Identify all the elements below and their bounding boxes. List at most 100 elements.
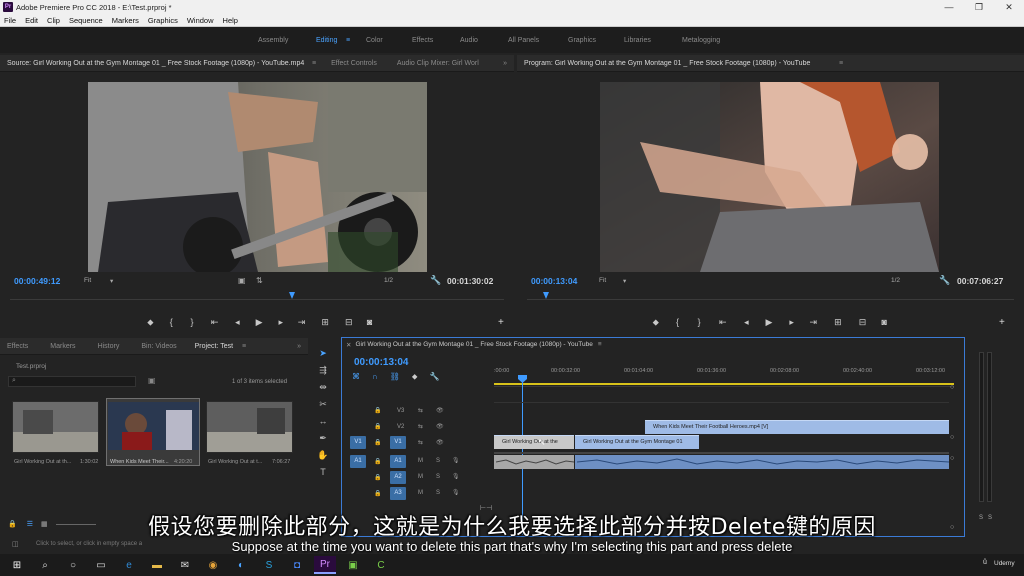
close-button[interactable]: ✕: [994, 0, 1024, 14]
camtasia-recorder-icon[interactable]: C: [370, 556, 392, 574]
program-playhead[interactable]: [543, 292, 549, 299]
new-bin-from-search-icon[interactable]: ▣: [148, 376, 156, 385]
program-scrub-bar[interactable]: [527, 292, 1014, 300]
go-to-out-icon[interactable]: ⇥: [802, 317, 824, 328]
project-item-thumbnail[interactable]: [206, 401, 293, 453]
audio-clip-a1-selected[interactable]: [494, 455, 574, 469]
workspace-all-panels[interactable]: All Panels: [508, 37, 568, 44]
scroll-circle-icon[interactable]: ○: [950, 384, 954, 391]
source-playhead[interactable]: [289, 292, 295, 299]
file-explorer-icon[interactable]: ▬: [146, 556, 168, 574]
tab-program[interactable]: Program: Girl Working Out at the Gym Mon…: [517, 60, 837, 67]
sync-lock-icon[interactable]: ⇆: [418, 423, 423, 430]
play-icon[interactable]: ▶: [757, 317, 781, 328]
project-search-input[interactable]: ⌕: [8, 376, 136, 387]
source-tab-menu-icon[interactable]: ≡: [312, 60, 316, 67]
program-tab-menu-icon[interactable]: ≡: [839, 60, 843, 67]
mute-button[interactable]: M: [418, 490, 423, 496]
track-select-tool-icon[interactable]: ⇶: [314, 365, 332, 382]
sequence-tab-menu-icon[interactable]: ≡: [598, 341, 602, 349]
windows-start-icon[interactable]: ⊞: [6, 556, 28, 574]
premiere-taskbar-icon[interactable]: Pr: [314, 556, 336, 574]
workspace-assembly[interactable]: Assembly: [258, 37, 316, 44]
step-forward-icon[interactable]: ▸: [270, 317, 291, 328]
microphone-icon[interactable]: 🎙: [452, 473, 460, 480]
chevron-down-icon[interactable]: ▾: [110, 277, 113, 285]
track-target-a1[interactable]: A1: [390, 455, 406, 468]
tab-source[interactable]: Source: Girl Working Out at the Gym Mont…: [0, 60, 310, 67]
overwrite-icon[interactable]: ⊟: [338, 317, 359, 328]
slip-tool-icon[interactable]: ↔: [314, 416, 332, 433]
more-panels-icon[interactable]: »: [290, 343, 308, 350]
track-target-a3[interactable]: A3: [390, 487, 406, 500]
project-item-thumbnail-selected[interactable]: [106, 398, 200, 466]
step-back-icon[interactable]: ◂: [227, 317, 248, 328]
lock-icon[interactable]: 🔒: [374, 490, 381, 497]
menu-window[interactable]: Window: [187, 16, 214, 25]
close-icon[interactable]: ✕: [346, 341, 351, 349]
maximize-button[interactable]: ❐: [964, 0, 994, 14]
workspace-editing[interactable]: Editing: [316, 37, 342, 44]
tab-bin-videos[interactable]: Bin: Videos: [134, 343, 183, 350]
add-marker-icon[interactable]: ⬥: [140, 317, 161, 328]
insert-edit-icon[interactable]: ⇅: [256, 276, 263, 285]
lock-icon[interactable]: 🔒: [374, 458, 381, 465]
tab-effect-controls[interactable]: Effect Controls: [324, 60, 384, 67]
workspace-libraries[interactable]: Libraries: [624, 37, 682, 44]
track-target-a2[interactable]: A2: [390, 471, 406, 484]
workspace-graphics[interactable]: Graphics: [568, 37, 624, 44]
clip-v1-selected[interactable]: Girl Working Out at the: [494, 435, 574, 449]
hand-tool-icon[interactable]: ✋: [314, 450, 332, 467]
workspace-effects[interactable]: Effects: [412, 37, 460, 44]
clip-v2[interactable]: When Kids Meet Their Football Heroes.mp4…: [645, 420, 949, 434]
search-icon[interactable]: ⌕: [34, 556, 56, 574]
solo-button[interactable]: S: [436, 490, 440, 496]
step-forward-icon[interactable]: ▸: [781, 317, 803, 328]
project-item-thumbnail[interactable]: [12, 401, 99, 453]
add-button-icon[interactable]: +: [999, 317, 1005, 328]
menu-clip[interactable]: Clip: [47, 16, 60, 25]
camera-icon[interactable]: ◙: [873, 317, 895, 327]
mail-icon[interactable]: ✉: [174, 556, 196, 574]
source-video-frame[interactable]: [88, 82, 427, 272]
sync-lock-icon[interactable]: ⇆: [418, 439, 423, 446]
solo-button[interactable]: S: [436, 458, 440, 464]
eye-icon[interactable]: 👁: [436, 407, 444, 414]
nest-toggle-icon[interactable]: ⌘: [352, 372, 360, 382]
mark-in-icon[interactable]: {: [667, 317, 689, 327]
export-frame-icon[interactable]: ▣: [238, 276, 246, 285]
source-scrub-bar[interactable]: [10, 292, 504, 300]
add-marker-icon[interactable]: ⬥: [645, 317, 667, 328]
audio-clip-a1[interactable]: [575, 455, 949, 469]
edge-browser-icon[interactable]: e: [118, 556, 140, 574]
go-to-in-icon[interactable]: ⇤: [710, 317, 736, 328]
clip-v1[interactable]: Girl Working Out at the Gym Montage 01: [575, 435, 699, 449]
step-back-icon[interactable]: ◂: [736, 317, 758, 328]
workspace-menu-icon[interactable]: ≡: [346, 37, 366, 44]
tab-markers[interactable]: Markers: [43, 343, 82, 350]
chrome-icon[interactable]: ◉: [202, 556, 224, 574]
menu-file[interactable]: File: [4, 16, 16, 25]
workspace-metalogging[interactable]: Metalogging: [682, 37, 742, 44]
lift-icon[interactable]: ⊞: [824, 317, 852, 328]
insert-icon[interactable]: ⊞: [312, 317, 338, 328]
linked-selection-icon[interactable]: ⛓: [390, 372, 400, 382]
zoom-icon[interactable]: ◘: [286, 556, 308, 574]
workspace-color[interactable]: Color: [366, 37, 412, 44]
menu-graphics[interactable]: Graphics: [148, 16, 178, 25]
program-timecode-current[interactable]: 00:00:13:04: [531, 276, 577, 286]
source-resolution-select[interactable]: 1/2: [384, 277, 393, 284]
settings-wrench-icon[interactable]: 🔧: [430, 275, 441, 286]
time-ruler[interactable]: :00:00 00:00:32:00 00:01:04:00 00:01:36:…: [494, 365, 954, 387]
source-target-audio[interactable]: A1: [350, 455, 366, 468]
lock-icon[interactable]: 🔒: [374, 439, 381, 446]
microphone-icon[interactable]: 🎙: [452, 489, 460, 496]
tab-audio-clip-mixer[interactable]: Audio Clip Mixer: Girl Worl: [390, 60, 486, 67]
scroll-circle-icon[interactable]: ○: [950, 434, 954, 441]
play-icon[interactable]: ▶: [248, 317, 271, 328]
source-timecode-current[interactable]: 00:00:49:12: [14, 276, 60, 286]
type-tool-icon[interactable]: T: [314, 467, 332, 484]
eye-icon[interactable]: 👁: [436, 439, 444, 446]
mark-out-icon[interactable]: }: [688, 317, 710, 327]
lock-icon[interactable]: 🔒: [374, 423, 381, 430]
